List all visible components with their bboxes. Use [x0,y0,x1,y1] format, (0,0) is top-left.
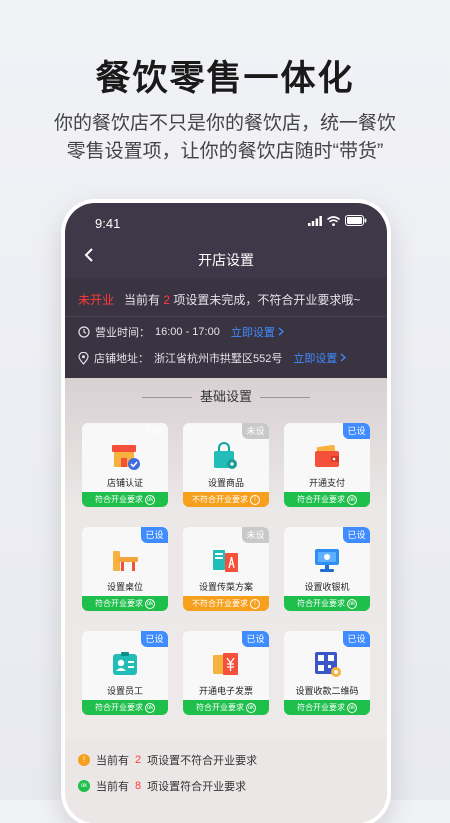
warning-mark-icon: ! [250,494,260,505]
setting-card-tables[interactable]: 已设 设置桌位 符合开业要求 ok [82,527,168,611]
section-title: 基础设置 [199,389,252,404]
e-invoice-icon [213,653,238,675]
card-status: 符合开业要求 ok [284,492,370,507]
card-badge: 已设 [343,631,370,647]
setting-card-e-invoice[interactable]: 已设 开通电子发票 符合开业要求 ok [183,631,269,715]
page-title: 开店设置 [198,252,254,268]
battery-icon [345,215,367,226]
summary-not-ok: ! 当前有 2 项设置不符合开业要求 [78,752,257,768]
ok-mark-icon: ok [145,702,155,713]
warning-icon: ! [78,754,90,766]
not-ok-count: 2 [135,754,142,766]
hero-subtitle-line2: 零售设置项，让你的餐饮店随时“带货” [66,141,384,162]
hero-title: 餐饮零售一体化 [95,59,355,98]
settings-content: 基础设置 已设 店铺认证 符合开业要求 ok 未设 设置商品 不符合开业要求! 已… [65,378,387,823]
status-icons [308,215,367,226]
card-badge: 已设 [141,631,168,647]
section-header: 基础设置 [65,386,387,405]
card-name: 设置员工 [106,686,143,696]
address-value: 浙江省杭州市拱墅区552号 [154,353,283,365]
table-icon [113,551,138,571]
ok-mark-icon: ok [246,702,256,713]
setting-card-cashier[interactable]: 已设 设置收银机 符合开业要求 ok [284,527,370,611]
card-status: 符合开业要求 ok [82,700,168,715]
hours-row: 营业时间： 16:00 - 17:00 立即设置 [78,324,284,340]
location-pin-icon [78,351,89,365]
address-set-link[interactable]: 立即设置 [293,350,347,366]
hours-set-link[interactable]: 立即设置 [231,324,284,340]
card-status: 不符合开业要求! [183,492,269,507]
card-name: 店铺认证 [106,478,143,488]
setting-card-store-verify[interactable]: 已设 店铺认证 符合开业要求 ok [82,423,168,507]
card-badge: 已设 [145,426,164,436]
card-status: 符合开业要求 ok [82,492,168,507]
store-verified-icon [112,445,140,470]
card-status: 符合开业要求 ok [183,700,269,715]
card-name: 设置桌位 [106,582,143,592]
warning-mark-icon: ! [250,598,260,609]
card-name: 设置收银机 [304,582,350,592]
summary-ok: ok 当前有 8 项设置符合开业要求 [78,778,246,794]
setting-card-staff[interactable]: 已设 设置员工 符合开业要求 ok [82,631,168,715]
card-status: 符合开业要求 ok [284,596,370,611]
card-badge: 已设 [242,631,269,647]
hours-value: 16:00 - 17:00 [155,326,220,338]
store-status: 未开业 [78,293,115,307]
card-badge: 未设 [242,527,269,543]
dish-plan-icon [213,550,238,572]
card-name: 开通电子发票 [198,686,253,696]
signal-icon [308,215,322,226]
incomplete-count: 2 [163,293,171,307]
wallet-icon [315,444,339,467]
shopping-bag-icon [214,442,237,469]
card-status: 符合开业要求 ok [284,700,370,715]
ok-mark-icon: ok [145,598,155,609]
app-header: 9:41 开店设置 [65,203,387,278]
ok-count: 8 [135,780,142,792]
store-notice: 未开业 当前有 2 项设置未完成，不符合开业要求哦~ 营业时间： 16:00 - … [65,278,387,378]
staff-badge-icon [113,652,137,675]
ok-icon: ok [78,780,90,792]
address-row: 店铺地址： 浙江省杭州市拱墅区552号 立即设置 [78,350,347,366]
summary-panel: ! 当前有 2 项设置不符合开业要求 ok 当前有 8 项设置符合开业要求 [65,740,387,823]
phone-frame: 9:41 开店设置 未开业 当前有 2 项设置未完成，不符合开业要求哦~ 营业时… [65,203,387,823]
chevron-right-icon [340,353,347,362]
ok-mark-icon: ok [347,702,357,713]
clock-icon [78,326,90,338]
qr-code-icon [315,652,341,677]
card-badge: 已设 [343,527,370,543]
card-status: 不符合开业要求! [183,596,269,611]
card-name: 设置收款二维码 [295,686,359,696]
setting-card-products[interactable]: 未设 设置商品 不符合开业要求! [183,423,269,507]
card-badge: 已设 [343,423,370,439]
hero-subtitle-line1: 你的餐饮店不只是你的餐饮店，统一餐饮 [53,113,396,134]
setting-card-payment[interactable]: 已设 开通支付 符合开业要求 ok [284,423,370,507]
address-label: 店铺地址： [94,353,149,365]
divider [65,316,387,317]
ok-mark-icon: ok [347,598,357,609]
card-badge: 未设 [242,423,269,439]
setting-card-qr-code[interactable]: 已设 设置收款二维码 符合开业要求 ok [284,631,370,715]
ok-mark-icon: ok [347,494,357,505]
ok-mark-icon: ok [145,494,155,505]
notice-text: 未开业 当前有 2 项设置未完成，不符合开业要求哦~ [78,293,361,307]
hours-label: 营业时间： [95,327,150,339]
chevron-right-icon [278,327,284,336]
status-time: 9:41 [95,216,121,231]
hero-subtitle: 你的餐饮店不只是你的餐饮店，统一餐饮 零售设置项，让你的餐饮店随时“带货” [0,110,450,166]
card-name: 开通支付 [308,478,345,488]
card-badge: 已设 [141,527,168,543]
card-name: 设置商品 [207,478,244,488]
wifi-icon [327,215,340,226]
setting-card-dish-plan[interactable]: 未设 设置传菜方案 不符合开业要求! [183,527,269,611]
card-name: 设置传菜方案 [198,582,253,592]
card-status: 符合开业要求 ok [82,596,168,611]
cash-register-icon [315,549,339,572]
